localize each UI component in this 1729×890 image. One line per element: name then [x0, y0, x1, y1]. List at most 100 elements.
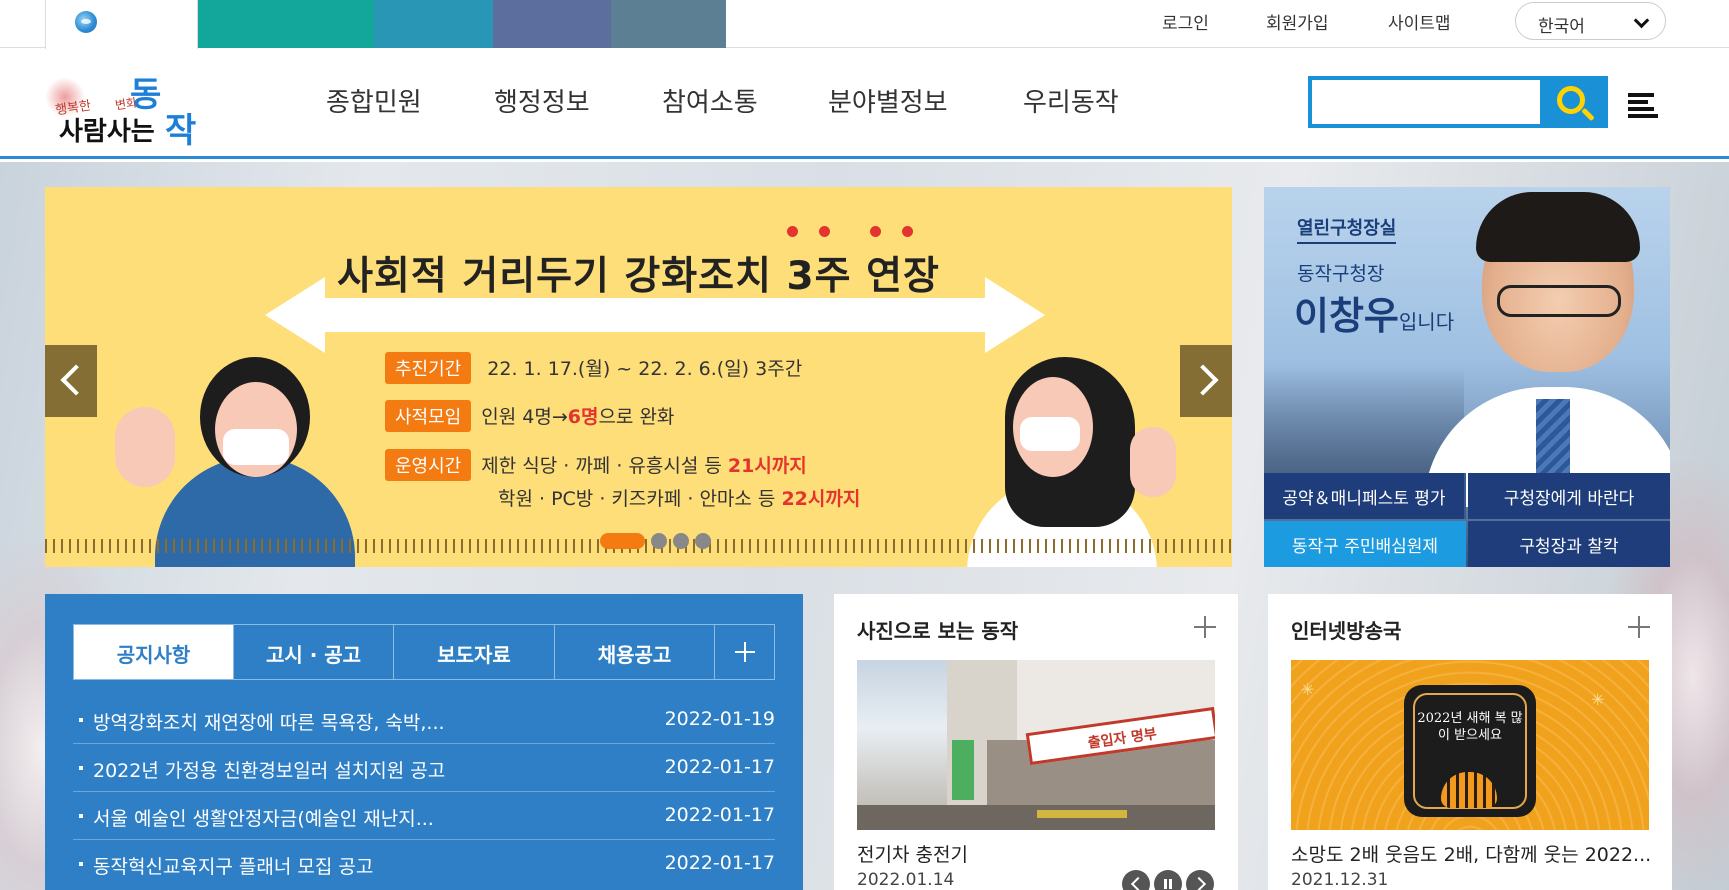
logo-word-jak: 작: [165, 111, 197, 151]
notice-more-icon[interactable]: [714, 625, 774, 679]
logo-word-main: 사람사는: [59, 117, 155, 147]
site-logo[interactable]: 행복한 변화 동 사람사는 작: [45, 67, 205, 151]
photo-next-button[interactable]: [1186, 870, 1214, 890]
tab-recruit[interactable]: 채용공고: [555, 625, 715, 679]
photo-ground: [857, 805, 1215, 830]
notice-tabs: 공지사항 고시 · 공고 보도자료 채용공고: [73, 624, 775, 680]
bullet: [79, 718, 83, 722]
banner-dot: [902, 226, 913, 237]
banner-row-highlight: 22시까지: [781, 488, 861, 510]
pager-dot-active[interactable]: [600, 533, 645, 549]
photo-thumbnail[interactable]: 출입자 명부: [857, 660, 1215, 830]
mayor-photo-glasses: [1497, 285, 1621, 317]
mayor-name: 이창우입니다: [1294, 285, 1454, 340]
mayor-name-suffix: 입니다: [1398, 310, 1455, 334]
all-menu-icon[interactable]: [1628, 93, 1658, 118]
photo-caption[interactable]: 전기차 충전기: [857, 840, 968, 867]
banner-row-highlight: 6명: [567, 406, 599, 428]
bullet: [79, 814, 83, 818]
nav-participation[interactable]: 참여소통: [662, 82, 758, 119]
sparkle-icon: ✳: [1301, 680, 1315, 699]
family-site-tab-1[interactable]: [198, 0, 374, 48]
banner-row-period: 추진기간 22. 1. 17.(월) ~ 22. 2. 6.(일) 3주간: [385, 352, 802, 384]
mayor-photo-hair: [1476, 192, 1640, 262]
notice-title: 서울 예술인 생활안정자금(예술인 재난지...: [93, 808, 434, 830]
notice-title: 2022년 가정용 친환경보일러 설치지원 공고: [93, 760, 446, 782]
broadcast-card: 인터넷방송국 ✳ ✳ 2022년 새해 복 많이 받으세요 소망도 2배 웃음도…: [1268, 594, 1672, 890]
banner-row-text: 인원 4명→: [481, 406, 568, 428]
banner-row-label: 사적모임: [385, 400, 472, 432]
broadcast-date: 2021.12.31: [1291, 870, 1389, 890]
search-input[interactable]: [1312, 80, 1544, 124]
banner-next-button[interactable]: [1180, 345, 1232, 417]
broadcast-thumbnail[interactable]: ✳ ✳ 2022년 새해 복 많이 받으세요: [1291, 660, 1649, 830]
nav-field-info[interactable]: 분야별정보: [828, 82, 948, 119]
bullet: [79, 766, 83, 770]
mayor-name-text: 이창우: [1294, 294, 1399, 338]
tab-notices[interactable]: 공지사항: [74, 625, 234, 679]
mayor-pledge-button[interactable]: 공약＆매니페스토 평가: [1264, 473, 1466, 519]
login-link[interactable]: 로그인: [1162, 9, 1209, 34]
mask-right: [1020, 417, 1080, 451]
sitemap-link[interactable]: 사이트맵: [1388, 9, 1451, 34]
banner-dot: [870, 226, 881, 237]
mayor-request-button[interactable]: 구청장에게 바란다: [1468, 473, 1670, 519]
banner-row-label: 운영시간: [385, 449, 472, 481]
banner-row-text: 으로 완화: [598, 406, 675, 428]
site-header: 행복한 변화 동 사람사는 작 종합민원 행정정보 참여소통 분야별정보 우리동…: [0, 49, 1729, 159]
photo-date: 2022.01.14: [857, 870, 955, 890]
banner-title: 사회적 거리두기 강화조치 3주 연장: [337, 254, 940, 299]
nav-our-dongjak[interactable]: 우리동작: [1023, 82, 1119, 119]
nav-civil-service[interactable]: 종합민원: [326, 82, 422, 119]
notice-title: 방역강화조치 재연장에 따른 목욕장, 숙박,...: [93, 712, 445, 734]
mayor-title: 동작구청장: [1297, 263, 1385, 285]
broadcast-caption[interactable]: 소망도 2배 웃음도 2배, 다함께 웃는 2022...: [1291, 840, 1651, 867]
photo-ev-charger: [952, 740, 974, 800]
banner-row-text: 제한 식당 · 까페 · 유흥시설 등: [481, 455, 728, 477]
banner-row-text: 학원 · PC방 · 키즈카페 · 안마소 등: [498, 488, 782, 510]
notice-item[interactable]: 2022년 가정용 친환경보일러 설치지원 공고 2022-01-17: [73, 744, 775, 792]
notice-item[interactable]: 방역강화조치 재연장에 따른 목욕장, 숙박,... 2022-01-19: [73, 696, 775, 744]
notice-title: 동작혁신교육지구 플래너 모집 공고: [93, 856, 374, 878]
language-value: 한국어: [1538, 17, 1585, 37]
notice-panel: 공지사항 고시 · 공고 보도자료 채용공고 방역강화조치 재연장에 따른 목욕…: [45, 594, 803, 890]
signup-link[interactable]: 회원가입: [1266, 9, 1329, 34]
resident-jury-button[interactable]: 동작구 주민배심원제: [1264, 521, 1466, 567]
mayor-office-box[interactable]: 열린구청장실 동작구청장 이창우입니다 공약＆매니페스토 평가 구청장에게 바란…: [1264, 187, 1670, 567]
photo-more-icon[interactable]: [1194, 616, 1216, 638]
pager-dot[interactable]: [695, 533, 711, 549]
main-banner[interactable]: 사회적 거리두기 강화조치 3주 연장 추진기간 22. 1. 17.(월) ~…: [45, 187, 1232, 567]
tab-announcements[interactable]: 고시 · 공고: [234, 625, 394, 679]
notice-date: 2022-01-17: [664, 804, 775, 826]
broadcast-greeting-text: 2022년 새해 복 많이 받으세요: [1417, 711, 1523, 743]
pager-dot[interactable]: [651, 533, 667, 549]
mayor-photo-button[interactable]: 구청장과 찰칵: [1468, 521, 1670, 567]
banner-row-hours: 운영시간 제한 식당 · 까페 · 유흥시설 등 21시까지: [385, 449, 807, 481]
photo-card-title: 사진으로 보는 동작: [857, 619, 1019, 643]
broadcast-more-icon[interactable]: [1628, 616, 1650, 638]
tab-press[interactable]: 보도자료: [394, 625, 555, 679]
banner-dot: [787, 226, 798, 237]
family-site-tab-4[interactable]: [493, 0, 611, 48]
bullet: [79, 862, 83, 866]
language-select[interactable]: 한국어: [1515, 2, 1666, 40]
banner-dot: [819, 226, 830, 237]
banner-row-text: 22. 1. 17.(월) ~ 22. 2. 6.(일) 3주간: [487, 358, 803, 380]
photo-prev-button[interactable]: [1122, 870, 1150, 890]
site-home-tab[interactable]: [45, 0, 198, 49]
search-button[interactable]: [1540, 76, 1608, 128]
photo-pause-button[interactable]: [1154, 870, 1182, 890]
notice-date: 2022-01-17: [664, 756, 775, 778]
notice-item[interactable]: 동작혁신교육지구 플래너 모집 공고 2022-01-17: [73, 840, 775, 888]
hand-left: [115, 407, 175, 487]
logo-word-dong: 동: [130, 75, 162, 115]
nav-admin-info[interactable]: 행정정보: [494, 82, 590, 119]
banner-prev-button[interactable]: [45, 345, 97, 417]
banner-row-label: 추진기간: [385, 352, 472, 384]
pager-dot[interactable]: [673, 533, 689, 549]
banner-row-hours-2: 학원 · PC방 · 키즈카페 · 안마소 등 22시까지: [498, 484, 860, 511]
globe-icon: [75, 11, 97, 33]
notice-item[interactable]: 서울 예술인 생활안정자금(예술인 재난지... 2022-01-17: [73, 792, 775, 840]
arrow-bar-decoration: [305, 298, 1005, 332]
photo-parking-stripe: [1037, 810, 1127, 818]
